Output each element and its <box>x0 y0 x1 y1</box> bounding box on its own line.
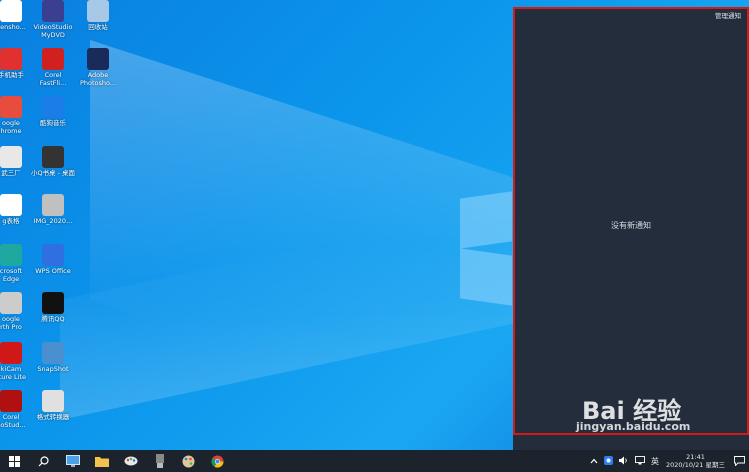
desktop-icon-label: Adobe Photosho... <box>79 71 117 87</box>
taskbar-app-file-explorer[interactable] <box>87 450 116 472</box>
search-icon <box>38 455 49 466</box>
search-button[interactable] <box>29 450 58 472</box>
desktop-icon[interactable]: 腾讯QQ <box>28 292 78 323</box>
chrome-icon <box>0 96 22 118</box>
network-button[interactable] <box>635 455 645 467</box>
taskbar: 英 21:41 2020/10/21 星期三 <box>0 450 749 472</box>
desktop-icon-label: VideoStudio MyDVD <box>33 23 73 39</box>
folder-icon <box>94 456 109 467</box>
system-tray: 英 21:41 2020/10/21 星期三 <box>587 450 749 472</box>
desktop-icon[interactable]: Corel FastFli... <box>28 48 78 87</box>
wallpaper-windows-logo <box>460 191 520 306</box>
taskbar-app-monitor[interactable] <box>58 450 87 472</box>
app-icon <box>0 146 22 168</box>
kugou-icon <box>42 96 64 118</box>
notification-panel-footer <box>513 435 749 450</box>
start-button[interactable] <box>0 450 29 472</box>
desktop-icon[interactable]: SnapShot <box>28 342 78 373</box>
sheet-icon <box>0 194 22 216</box>
desktop-icon-label: 腾讯QQ <box>41 315 65 323</box>
network-icon <box>635 455 645 464</box>
desktop-icon-label: WPS Office <box>35 267 71 275</box>
ime-indicator[interactable]: 英 <box>651 456 659 467</box>
chrome-icon <box>211 455 224 468</box>
desktop-icon[interactable]: 格式转换器 <box>28 390 78 421</box>
desktop-icon[interactable]: 酷狗音乐 <box>28 96 78 127</box>
earth-icon <box>0 292 22 314</box>
notification-panel: 管理通知 没有新通知 <box>513 7 749 435</box>
converter-icon <box>42 390 64 412</box>
show-hidden-icons-button[interactable] <box>590 457 598 466</box>
desktop-icon[interactable]: WPS Office <box>28 244 78 275</box>
screenshot-icon <box>0 0 22 22</box>
taskbar-clock[interactable]: 21:41 2020/10/21 星期三 <box>666 453 725 469</box>
qq-icon <box>42 292 64 314</box>
tray-app-icon <box>603 455 613 465</box>
phone-assistant-icon <box>0 48 22 70</box>
taskbar-app-chrome[interactable] <box>203 450 232 472</box>
corel-videostudio-icon <box>0 390 22 412</box>
edge-icon <box>0 244 22 266</box>
taskbar-app-paint[interactable] <box>116 450 145 472</box>
action-center-button[interactable] <box>729 450 749 472</box>
desktop-icon-label: IMG_2020... <box>33 217 73 225</box>
palette-icon <box>182 455 195 467</box>
speaker-icon <box>618 456 627 464</box>
taskbar-app-art[interactable] <box>174 450 203 472</box>
desktop-icon-label: 小Q书桌 - 桌面 <box>30 169 76 177</box>
desktop-icon[interactable]: VideoStudio MyDVD <box>28 0 78 39</box>
baidu-watermark: Bai 经验 jingyan.baidu.com <box>576 391 690 433</box>
manage-notifications-link[interactable]: 管理通知 <box>715 10 741 20</box>
chevron-up-icon <box>590 458 598 463</box>
desk-icon <box>42 146 64 168</box>
no-notifications-text: 没有新通知 <box>611 221 651 230</box>
tray-app-button[interactable] <box>603 455 613 467</box>
desktop-icon-label: 回收站 <box>88 23 108 31</box>
desktop-icon-label: 酷狗音乐 <box>40 119 66 127</box>
paint-icon <box>124 456 137 466</box>
baidu-watermark-url: jingyan.baidu.com <box>576 420 691 433</box>
clock-time: 21:41 <box>686 453 705 461</box>
recycle-bin-icon <box>87 0 109 22</box>
desktop-icon-label: SnapShot <box>37 365 69 373</box>
monitor-icon <box>65 455 80 467</box>
snapshot-icon <box>42 342 64 364</box>
corel-fastflick-icon <box>42 48 64 70</box>
desktop-icon[interactable]: 回收站 <box>73 0 123 31</box>
volume-button[interactable] <box>618 456 629 467</box>
videostudio-icon <box>42 0 64 22</box>
photoshop-icon <box>87 48 109 70</box>
notification-icon <box>733 456 745 466</box>
desktop-icon[interactable]: IMG_2020... <box>28 194 78 225</box>
clock-date: 2020/10/21 星期三 <box>665 461 725 469</box>
taskbar-app-usb[interactable] <box>145 450 174 472</box>
desktop-icon[interactable]: 小Q书桌 - 桌面 <box>28 146 78 177</box>
image-file-icon <box>42 194 64 216</box>
capture-icon <box>0 342 22 364</box>
wps-icon <box>42 244 64 266</box>
windows-icon <box>9 455 20 467</box>
desktop-icon-label: Corel FastFli... <box>39 71 67 87</box>
desktop-icon-label: 格式转换器 <box>36 413 70 421</box>
usb-drive-icon <box>155 454 164 468</box>
desktop-icon[interactable]: Adobe Photosho... <box>73 48 123 87</box>
